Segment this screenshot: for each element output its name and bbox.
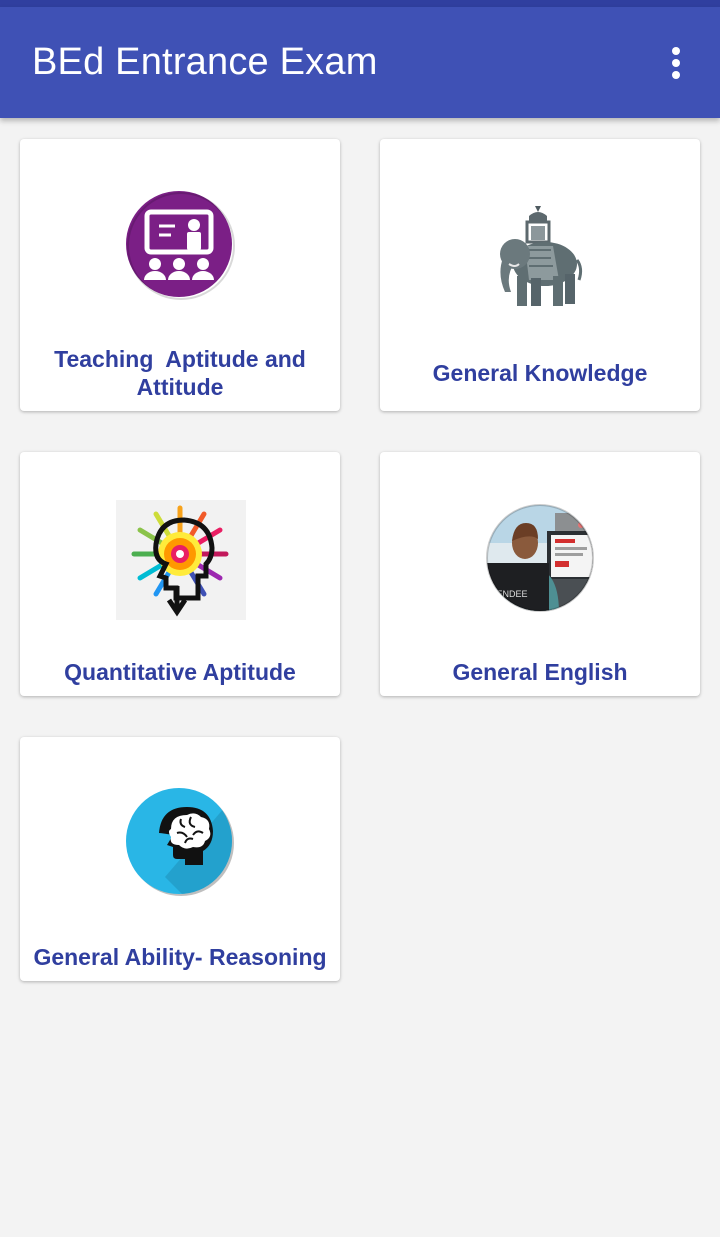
person-at-computer-icon: TENDEE: [485, 503, 595, 613]
category-label: Teaching Aptitude and Attitude: [54, 346, 312, 400]
status-bar: [0, 0, 720, 7]
category-card-teaching-aptitude[interactable]: Teaching Aptitude and Attitude: [20, 139, 340, 411]
app-title: BEd Entrance Exam: [32, 41, 378, 83]
svg-text:TENDEE: TENDEE: [491, 589, 528, 599]
category-label: General Ability- Reasoning: [33, 944, 327, 970]
category-label: Quantitative Aptitude: [64, 659, 296, 685]
category-card-general-ability-reasoning[interactable]: General Ability- Reasoning: [20, 737, 340, 981]
color-head-arrows-icon: [116, 500, 246, 620]
category-card-general-english[interactable]: TENDEE General English: [380, 452, 700, 696]
category-label: General English: [452, 659, 628, 685]
category-label: General Knowledge: [432, 360, 648, 386]
menu-dot: [672, 71, 680, 79]
menu-dot: [672, 47, 680, 55]
elephant-icon: [495, 204, 585, 316]
head-brain-icon: [125, 787, 235, 897]
more-vert-icon[interactable]: [658, 41, 694, 85]
app-bar: BEd Entrance Exam: [0, 7, 720, 118]
category-card-general-knowledge[interactable]: General Knowledge: [380, 139, 700, 411]
teacher-classroom-icon: [125, 190, 235, 300]
category-card-quantitative-aptitude[interactable]: Quantitative Aptitude: [20, 452, 340, 696]
menu-dot: [672, 59, 680, 67]
